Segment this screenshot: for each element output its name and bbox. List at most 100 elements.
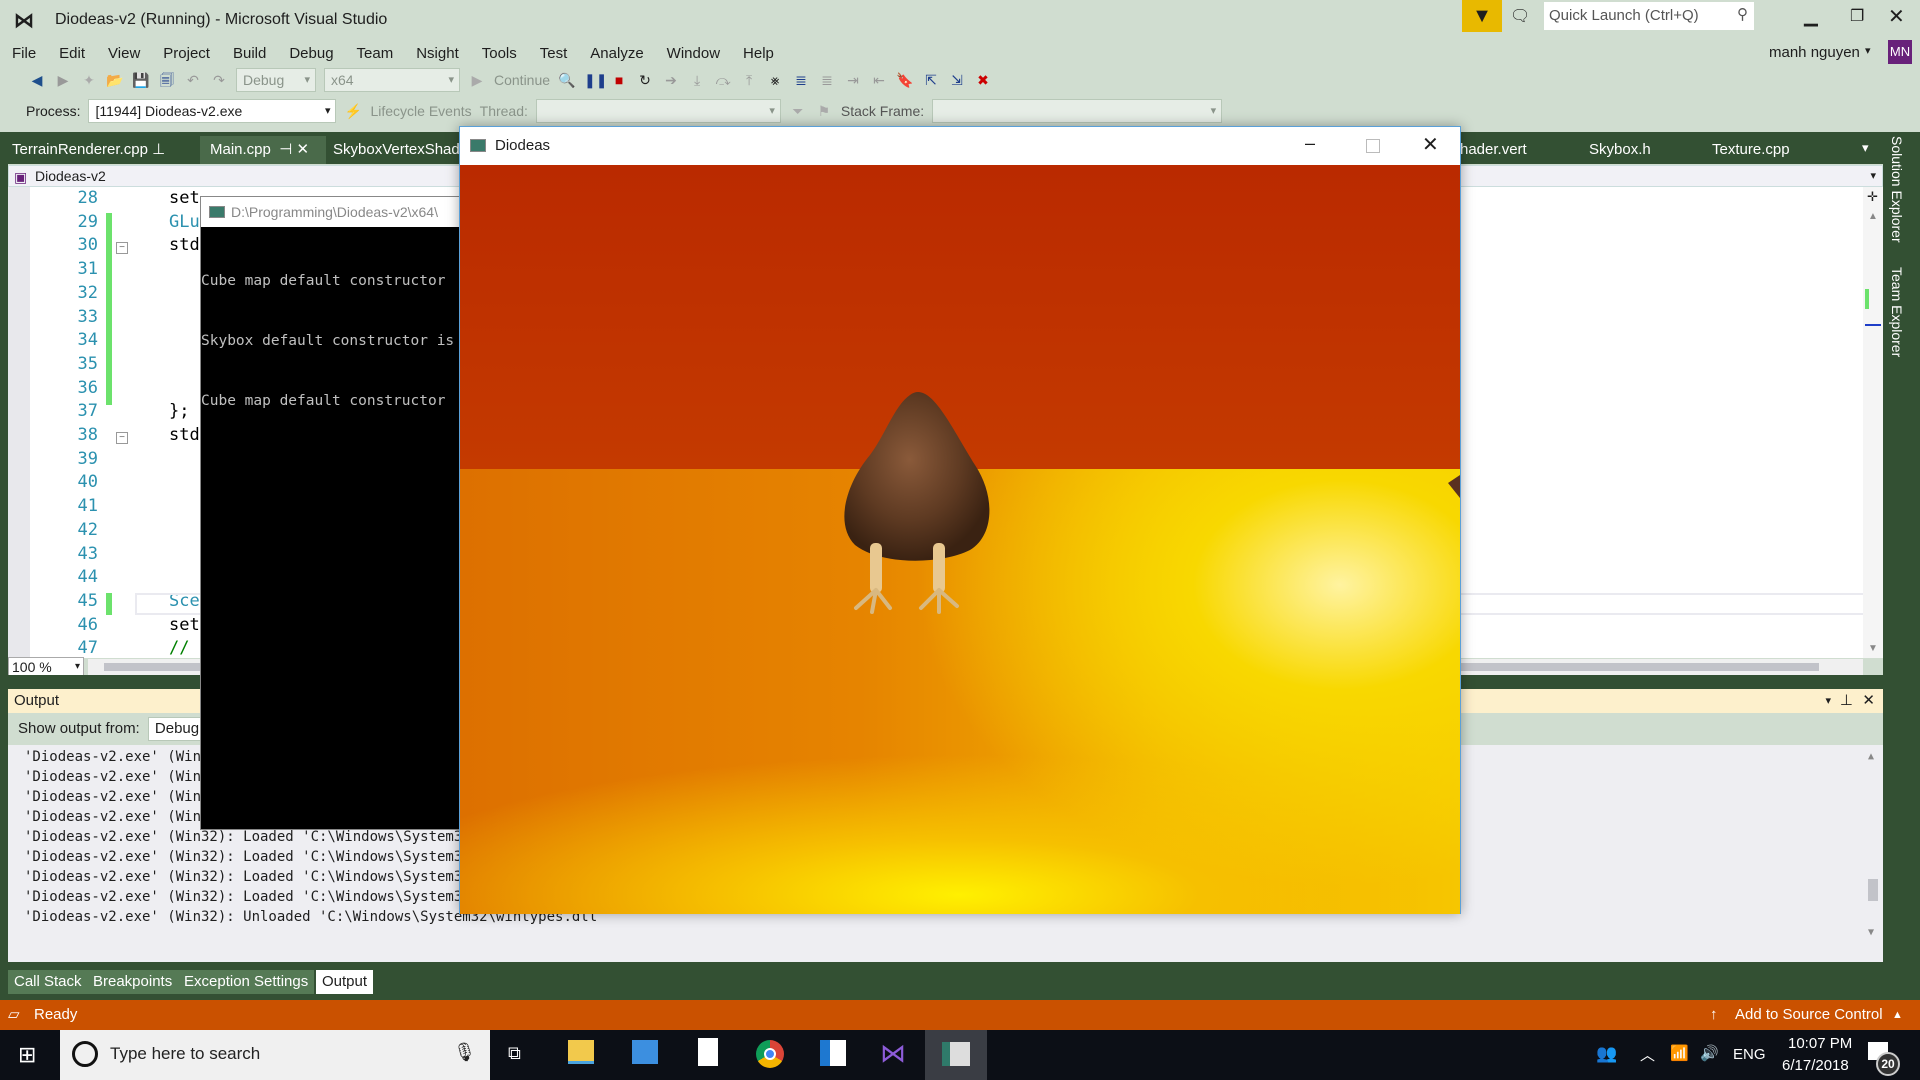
- hex-icon[interactable]: ⨳: [766, 71, 784, 89]
- menu-window[interactable]: Window: [655, 42, 731, 66]
- step-over-icon[interactable]: ⤼: [714, 71, 732, 89]
- people-icon[interactable]: 👥: [1596, 1044, 1617, 1064]
- lifecycle-events-button[interactable]: Lifecycle Events: [370, 103, 471, 119]
- app-window-icon[interactable]: [820, 1040, 846, 1066]
- quick-launch-input[interactable]: Quick Launch (Ctrl+Q) ⚲: [1544, 2, 1754, 30]
- menu-test[interactable]: Test: [528, 42, 579, 66]
- outdent-icon[interactable]: ⇤: [870, 71, 888, 89]
- show-next-statement-icon[interactable]: ➔: [662, 71, 680, 89]
- user-name[interactable]: manh nguyen: [1769, 44, 1860, 61]
- game-title-bar[interactable]: Diodeas – ✕: [460, 127, 1460, 165]
- platform-dropdown[interactable]: x64: [324, 68, 460, 92]
- new-project-icon[interactable]: ✦: [80, 71, 98, 89]
- feedback-icon[interactable]: 🗨: [1510, 6, 1530, 26]
- show-hidden-icons[interactable]: ︿: [1640, 1044, 1655, 1065]
- tab-skybox-h[interactable]: Skybox.h: [1579, 136, 1661, 164]
- pin-icon[interactable]: ⊥: [152, 141, 165, 158]
- game-viewport[interactable]: [460, 165, 1460, 914]
- tab-skybox-vertex-shader[interactable]: SkyboxVertexShade: [323, 136, 478, 164]
- user-dropdown-icon[interactable]: ▾: [1865, 44, 1871, 57]
- comment-icon[interactable]: ≣: [792, 71, 810, 89]
- scroll-down-icon[interactable]: ▼: [1868, 643, 1878, 654]
- file-explorer-icon[interactable]: [568, 1040, 594, 1064]
- console-title-bar[interactable]: D:\Programming\Diodeas-v2\x64\: [201, 197, 461, 227]
- next-bookmark-icon[interactable]: ⇲: [948, 71, 966, 89]
- filter-icon[interactable]: ⏷: [789, 102, 807, 120]
- prev-bookmark-icon[interactable]: ⇱: [922, 71, 940, 89]
- uncomment-icon[interactable]: ≣: [818, 71, 836, 89]
- feedback-filter-icon[interactable]: ▼: [1462, 0, 1502, 32]
- step-into-icon[interactable]: ⤓: [688, 71, 706, 89]
- game-minimize-button[interactable]: –: [1305, 133, 1315, 154]
- pin-icon[interactable]: ⊣: [279, 141, 292, 158]
- taskbar-search-input[interactable]: Type here to search 🎙: [60, 1030, 490, 1080]
- save-all-icon[interactable]: 🗐: [158, 71, 176, 89]
- restore-button[interactable]: ❐: [1850, 6, 1864, 26]
- tab-call-stack[interactable]: Call Stack: [8, 970, 88, 994]
- menu-file[interactable]: File: [0, 42, 47, 66]
- window-position-icon[interactable]: ▾: [1825, 689, 1831, 713]
- clock-time[interactable]: 10:07 PM: [1788, 1035, 1852, 1052]
- wifi-icon[interactable]: 📶: [1670, 1044, 1689, 1062]
- minimize-button[interactable]: ▁: [1804, 6, 1818, 27]
- flag-threads-icon[interactable]: ⚑: [815, 102, 833, 120]
- continue-button[interactable]: Continue: [494, 72, 550, 88]
- tab-texture-cpp[interactable]: Texture.cpp: [1702, 136, 1800, 164]
- scroll-up-icon[interactable]: ▲: [1868, 211, 1878, 222]
- tab-shader-vert[interactable]: hader.vert: [1450, 136, 1537, 164]
- expand-up-icon[interactable]: ▲: [1892, 1000, 1903, 1030]
- output-vertical-scrollbar[interactable]: ▲ ▼: [1863, 745, 1883, 967]
- diodeas-app-icon[interactable]: [925, 1030, 987, 1080]
- stack-frame-dropdown[interactable]: [932, 99, 1223, 123]
- redo-icon[interactable]: ↷: [210, 71, 228, 89]
- bookmark-icon[interactable]: 🔖: [896, 71, 914, 89]
- menu-edit[interactable]: Edit: [47, 42, 96, 66]
- indent-icon[interactable]: ⇥: [844, 71, 862, 89]
- start-button[interactable]: ⊞: [18, 1042, 36, 1068]
- menu-build[interactable]: Build: [221, 42, 277, 66]
- stop-icon[interactable]: ■: [610, 71, 628, 89]
- tab-overflow-icon[interactable]: ▾: [1862, 140, 1869, 156]
- menu-nsight[interactable]: Nsight: [404, 42, 470, 66]
- menu-debug[interactable]: Debug: [277, 42, 344, 66]
- language-indicator[interactable]: ENG: [1733, 1046, 1766, 1063]
- collapse-icon[interactable]: −: [116, 432, 128, 444]
- game-maximize-button[interactable]: [1366, 139, 1380, 153]
- close-panel-icon[interactable]: ✕: [1862, 689, 1875, 713]
- back-icon[interactable]: ◀: [28, 71, 46, 89]
- clear-bookmarks-icon[interactable]: ✖: [974, 71, 992, 89]
- save-icon[interactable]: 💾: [132, 71, 150, 89]
- volume-icon[interactable]: 🔊: [1700, 1044, 1719, 1062]
- avatar[interactable]: MN: [1888, 40, 1912, 64]
- chrome-icon[interactable]: [756, 1040, 784, 1068]
- notepad-icon[interactable]: [698, 1038, 718, 1066]
- game-close-button[interactable]: ✕: [1422, 132, 1439, 157]
- menu-team[interactable]: Team: [345, 42, 405, 66]
- process-dropdown[interactable]: [11944] Diodeas-v2.exe: [88, 99, 337, 123]
- add-to-source-control-button[interactable]: Add to Source Control: [1735, 1000, 1883, 1030]
- tab-main-cpp[interactable]: Main.cpp ⊣ ✕: [200, 136, 326, 164]
- microphone-icon[interactable]: 🎙: [453, 1042, 476, 1063]
- scroll-up-icon[interactable]: ▲: [1868, 751, 1874, 762]
- step-out-icon[interactable]: ⤒: [740, 71, 758, 89]
- menu-view[interactable]: View: [96, 42, 151, 66]
- configuration-dropdown[interactable]: Debug: [236, 68, 316, 92]
- side-tab-team-explorer[interactable]: Team Explorer: [1889, 267, 1905, 357]
- undo-icon[interactable]: ↶: [184, 71, 202, 89]
- scroll-down-icon[interactable]: ▼: [1868, 927, 1874, 938]
- split-icon[interactable]: ✛: [1867, 189, 1878, 205]
- open-file-icon[interactable]: 📂: [106, 71, 124, 89]
- collapse-icon[interactable]: −: [116, 242, 128, 254]
- control-panel-icon[interactable]: [632, 1040, 658, 1064]
- find-icon[interactable]: 🔍: [558, 71, 576, 89]
- zoom-dropdown[interactable]: 100 % ▾: [8, 657, 84, 677]
- tab-output[interactable]: Output: [316, 970, 374, 994]
- thread-dropdown[interactable]: [535, 99, 781, 123]
- task-view-icon[interactable]: ⧉: [508, 1043, 521, 1064]
- menu-tools[interactable]: Tools: [470, 42, 528, 66]
- menu-analyze[interactable]: Analyze: [578, 42, 654, 66]
- scroll-thumb[interactable]: [1868, 879, 1878, 901]
- clock-date[interactable]: 6/17/2018: [1782, 1057, 1849, 1074]
- project-dropdown[interactable]: Diodeas-v2: [35, 168, 106, 184]
- game-window[interactable]: Diodeas – ✕: [459, 126, 1461, 914]
